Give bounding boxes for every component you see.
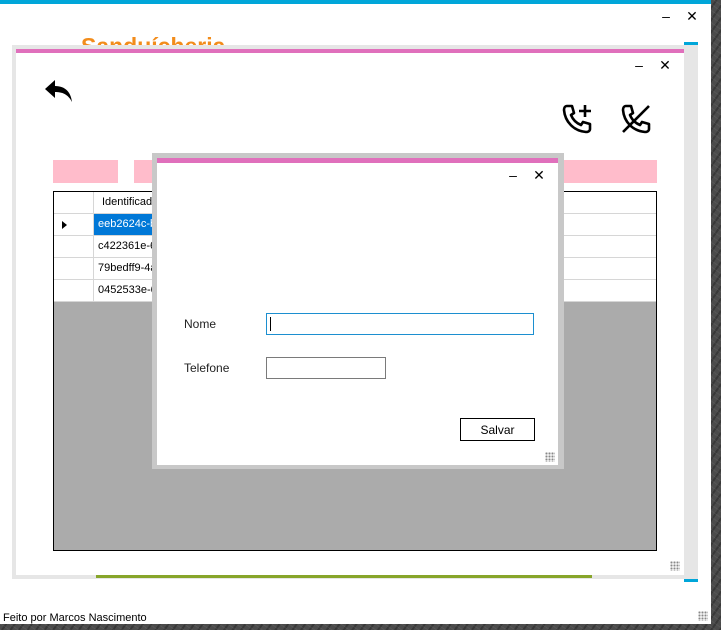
main-resize-grip[interactable]: [698, 611, 708, 621]
footer-credit: Feito por Marcos Nascimento: [3, 612, 147, 624]
dialog-minimize-button[interactable]: –: [502, 166, 524, 184]
contacts-minimize-button[interactable]: –: [628, 56, 650, 74]
nome-label: Nome: [184, 317, 217, 331]
phone-off-icon[interactable]: [620, 103, 652, 135]
contacts-window-controls: – ✕: [628, 56, 676, 74]
nome-input[interactable]: [266, 313, 534, 335]
row-header[interactable]: [54, 258, 94, 279]
dialog-resize-grip[interactable]: [545, 452, 555, 462]
telefone-label: Telefone: [184, 361, 230, 375]
dialog-controls: – ✕: [502, 166, 550, 184]
row-header[interactable]: [54, 280, 94, 301]
green-divider: [96, 575, 592, 578]
row-header[interactable]: [54, 214, 94, 235]
main-minimize-button[interactable]: –: [655, 7, 677, 25]
dialog-close-button[interactable]: ✕: [528, 166, 550, 184]
telefone-input[interactable]: [266, 357, 386, 379]
grid-corner-cell: [54, 192, 94, 213]
text-caret: [270, 317, 271, 331]
phone-add-icon[interactable]: [561, 103, 593, 135]
main-close-button[interactable]: ✕: [681, 7, 703, 25]
current-row-arrow-icon: [62, 221, 67, 229]
main-window-controls: – ✕: [655, 7, 703, 25]
pink-toolbar-block-left: [53, 160, 118, 183]
row-header[interactable]: [54, 236, 94, 257]
contacts-resize-grip[interactable]: [670, 561, 680, 571]
save-button[interactable]: Salvar: [460, 418, 535, 441]
contacts-close-button[interactable]: ✕: [654, 56, 676, 74]
add-contact-dialog: – ✕ Nome Telefone Salvar: [157, 158, 558, 465]
back-arrow-icon[interactable]: [44, 78, 74, 104]
